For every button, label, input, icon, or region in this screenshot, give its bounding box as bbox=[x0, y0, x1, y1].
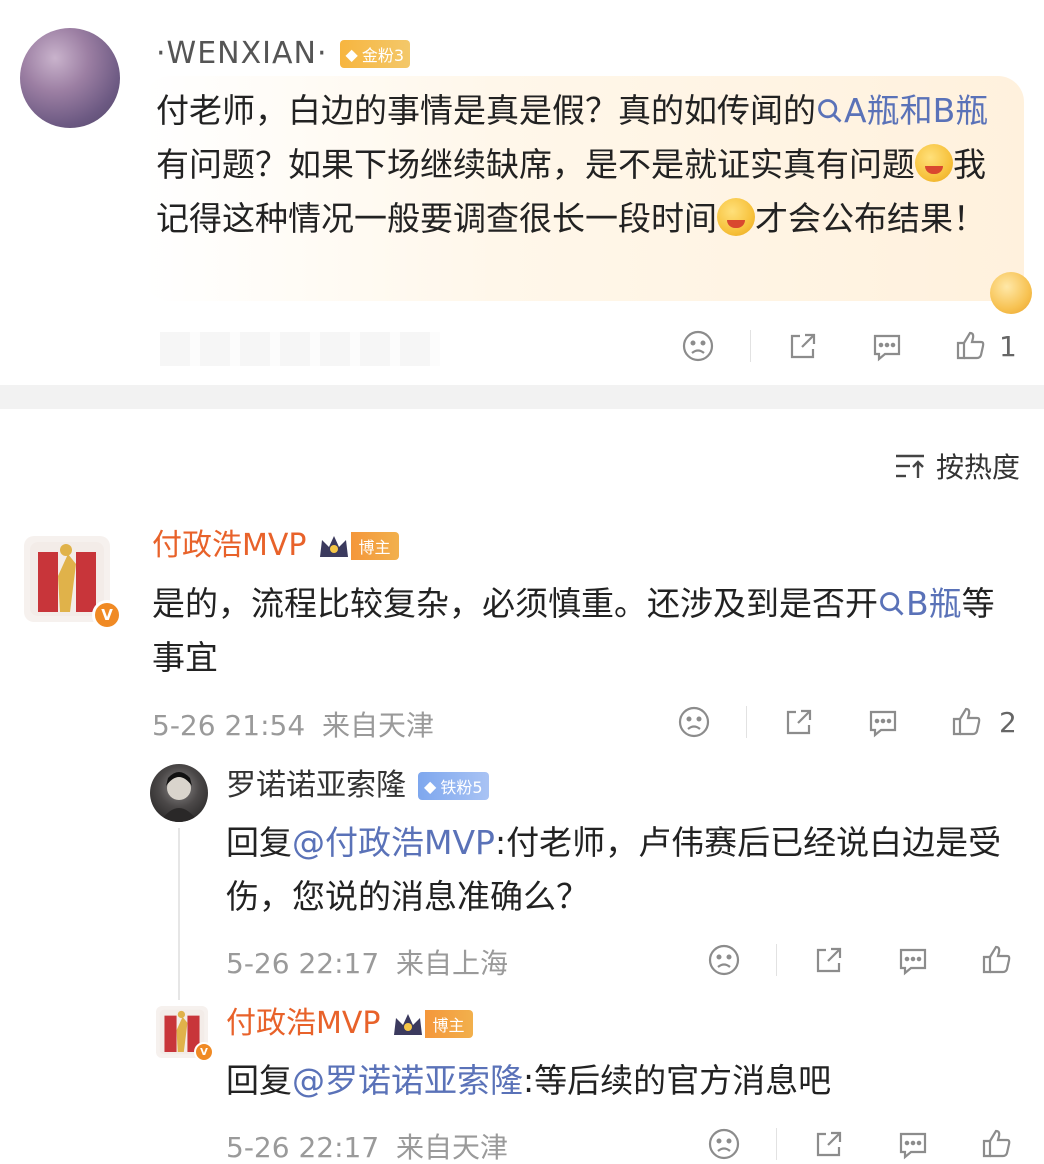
verified-icon: V bbox=[194, 1042, 214, 1062]
like-count: 2 bbox=[999, 705, 1017, 739]
dislike-button[interactable] bbox=[706, 1126, 742, 1162]
comment-meta: 5-26 21:54 来自天津 bbox=[152, 709, 435, 742]
comment-header: 付政浩MVP 博主 bbox=[152, 526, 399, 566]
share-icon bbox=[786, 709, 812, 735]
search-link[interactable]: B瓶 bbox=[878, 584, 962, 623]
crown-icon bbox=[319, 536, 348, 557]
username[interactable]: 付政浩MVP bbox=[226, 1004, 381, 1044]
dislike-button[interactable] bbox=[676, 704, 712, 740]
sad-face-icon bbox=[708, 1128, 740, 1160]
thinking-emoji-icon bbox=[717, 198, 755, 236]
sort-icon bbox=[895, 454, 924, 478]
grimace-emoji-icon bbox=[915, 144, 953, 182]
like-button[interactable] bbox=[949, 704, 985, 740]
search-link[interactable]: A瓶和B瓶 bbox=[816, 91, 988, 130]
avatar[interactable] bbox=[150, 764, 208, 822]
username[interactable]: 付政浩MVP bbox=[152, 526, 307, 566]
blurred-meta bbox=[160, 332, 440, 366]
action-divider bbox=[746, 706, 747, 738]
medal-icon bbox=[990, 272, 1032, 314]
action-divider bbox=[776, 1128, 777, 1160]
comment-header: ·WENXIAN· ◆ 金粉3 bbox=[156, 34, 410, 74]
share-button[interactable] bbox=[781, 704, 817, 740]
thread-line bbox=[178, 828, 180, 1000]
gem-icon: ◆ bbox=[345, 44, 358, 64]
search-icon bbox=[818, 99, 842, 123]
diamond-icon: ◆ bbox=[424, 776, 437, 796]
like-button[interactable] bbox=[979, 1126, 1015, 1162]
username[interactable]: ·WENXIAN· bbox=[156, 34, 328, 74]
fan-badge[interactable]: ◆ 铁粉5 bbox=[418, 772, 489, 800]
comment-button[interactable] bbox=[869, 328, 905, 364]
reply-header: 付政浩MVP 博主 bbox=[226, 1004, 473, 1044]
sad-face-icon bbox=[678, 706, 710, 738]
search-icon bbox=[880, 592, 904, 616]
comment-actions: 2 bbox=[676, 704, 1017, 740]
sad-face-icon bbox=[708, 944, 740, 976]
thumbs-up-icon bbox=[982, 1129, 1011, 1158]
thumbs-up-icon bbox=[982, 945, 1011, 974]
username[interactable]: 罗诺诺亚索隆 bbox=[226, 766, 406, 806]
like-button[interactable] bbox=[953, 328, 989, 364]
share-icon bbox=[816, 1131, 842, 1157]
comment-icon bbox=[869, 710, 897, 738]
mention-link[interactable]: @付政浩MVP bbox=[292, 823, 495, 862]
comment-icon bbox=[899, 1132, 927, 1160]
character-avatar-icon bbox=[160, 772, 198, 822]
host-badge: 博主 bbox=[317, 531, 399, 561]
sad-face-icon bbox=[682, 330, 714, 362]
comment-text: 是的，流程比较复杂，必须慎重。还涉及到是否开 B瓶等事宜 bbox=[152, 584, 995, 677]
avatar[interactable]: V bbox=[156, 1006, 214, 1062]
reply-actions bbox=[706, 942, 1015, 978]
action-divider bbox=[776, 944, 777, 976]
avatar[interactable] bbox=[20, 28, 120, 128]
avatar[interactable]: V bbox=[24, 536, 122, 630]
sort-button[interactable]: 按热度 bbox=[894, 446, 1020, 486]
thumbs-up-icon bbox=[956, 331, 985, 360]
host-badge: 博主 bbox=[391, 1009, 473, 1039]
comment-button[interactable] bbox=[895, 942, 931, 978]
dislike-button[interactable] bbox=[680, 328, 716, 364]
verified-icon: V bbox=[92, 600, 122, 630]
section-divider bbox=[0, 385, 1044, 409]
reply-header: 罗诺诺亚索隆 ◆ 铁粉5 bbox=[226, 766, 489, 806]
comment-icon bbox=[899, 948, 927, 976]
share-icon bbox=[816, 947, 842, 973]
share-button[interactable] bbox=[785, 328, 821, 364]
share-icon bbox=[790, 333, 816, 359]
dislike-button[interactable] bbox=[706, 942, 742, 978]
like-button[interactable] bbox=[979, 942, 1015, 978]
reply-text: 回复@付政浩MVP:付老师，卢伟赛后已经说白边是受伤，您说的消息准确么？ bbox=[226, 823, 1002, 916]
crown-icon bbox=[393, 1014, 422, 1035]
comment-button[interactable] bbox=[865, 704, 901, 740]
mention-link[interactable]: @罗诺诺亚索隆 bbox=[292, 1061, 523, 1100]
reply-text: 回复@罗诺诺亚索隆:等后续的官方消息吧 bbox=[226, 1061, 832, 1100]
reply-meta: 5-26 22:17 来自天津 bbox=[226, 1131, 509, 1164]
thumbs-up-icon bbox=[952, 707, 981, 736]
comment-icon bbox=[873, 334, 901, 362]
share-button[interactable] bbox=[811, 942, 847, 978]
comment-actions: 1 bbox=[680, 328, 1017, 364]
action-divider bbox=[750, 330, 751, 362]
reply-meta: 5-26 22:17 来自上海 bbox=[226, 947, 509, 980]
like-count: 1 bbox=[999, 329, 1017, 363]
share-button[interactable] bbox=[811, 1126, 847, 1162]
fan-badge[interactable]: ◆ 金粉3 bbox=[339, 40, 410, 68]
comment-button[interactable] bbox=[895, 1126, 931, 1162]
reply-actions bbox=[706, 1126, 1015, 1162]
comment-text: 付老师，白边的事情是真是假？真的如传闻的 A瓶和B瓶有问题？如果下场继续缺席，是不… bbox=[156, 91, 989, 238]
